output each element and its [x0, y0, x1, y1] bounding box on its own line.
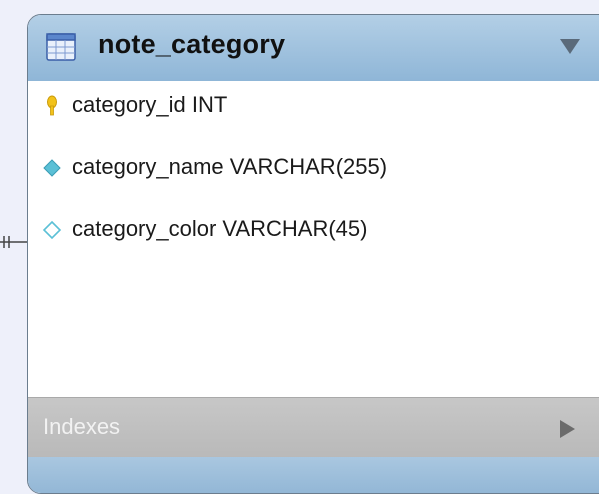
relationship-connector	[0, 236, 28, 248]
indexes-section[interactable]: Indexes	[28, 397, 599, 458]
entity-footer	[28, 457, 599, 493]
column-label: category_id INT	[72, 92, 228, 117]
column-list: category_id INT category_name VARCHAR(25…	[28, 81, 599, 397]
filled-diamond-icon	[43, 159, 61, 177]
column-row[interactable]: category_name VARCHAR(255)	[28, 147, 599, 187]
indexes-label: Indexes	[43, 414, 121, 439]
table-icon	[46, 33, 76, 61]
column-row[interactable]: category_color VARCHAR(45)	[28, 209, 599, 249]
primary-key-icon	[47, 95, 57, 116]
expand-arrow-icon[interactable]	[560, 420, 575, 438]
column-label: category_name VARCHAR(255)	[72, 154, 388, 179]
column-row[interactable]: category_id INT	[28, 85, 599, 125]
hollow-diamond-icon	[42, 220, 62, 240]
column-label: category_color VARCHAR(45)	[72, 216, 368, 241]
entity-header[interactable]: note_category	[28, 15, 599, 82]
collapse-arrow-icon[interactable]	[560, 39, 580, 54]
entity-title: note_category	[98, 29, 286, 59]
entity-table[interactable]: note_category category_id INT category_n…	[27, 14, 599, 494]
